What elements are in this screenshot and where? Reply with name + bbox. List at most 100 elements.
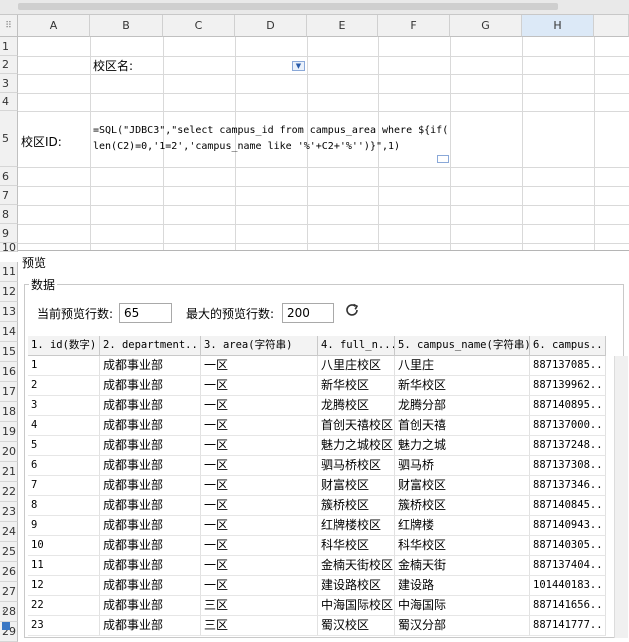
- column-header-d[interactable]: D: [235, 15, 307, 37]
- table-cell[interactable]: 一区: [201, 436, 318, 456]
- row-header-3[interactable]: 3: [0, 74, 18, 93]
- table-cell[interactable]: 887140943...: [530, 516, 606, 536]
- table-cell[interactable]: 成都事业部: [100, 516, 201, 536]
- row-header-1[interactable]: 1: [0, 37, 18, 56]
- table-cell[interactable]: 八里庄: [395, 356, 530, 376]
- row-header-7[interactable]: 7: [0, 186, 18, 205]
- table-cell[interactable]: 成都事业部: [100, 536, 201, 556]
- table-cell[interactable]: 887140895...: [530, 396, 606, 416]
- table-cell[interactable]: 一区: [201, 496, 318, 516]
- table-cell[interactable]: 魅力之城: [395, 436, 530, 456]
- table-cell[interactable]: 红牌楼: [395, 516, 530, 536]
- row-header-22[interactable]: 22: [0, 482, 18, 502]
- column-header-h[interactable]: H: [522, 15, 594, 37]
- row-header-23[interactable]: 23: [0, 502, 18, 522]
- table-cell[interactable]: 八里庄校区: [318, 356, 395, 376]
- scrollbar-thumb[interactable]: [18, 3, 558, 10]
- table-cell[interactable]: 龙腾校区: [318, 396, 395, 416]
- table-cell[interactable]: 成都事业部: [100, 616, 201, 636]
- table-cell[interactable]: 23: [28, 616, 100, 636]
- table-cell[interactable]: 红牌楼校区: [318, 516, 395, 536]
- row-header-20[interactable]: 20: [0, 442, 18, 462]
- table-header-2[interactable]: 2. department...: [100, 336, 201, 356]
- table-cell[interactable]: 成都事业部: [100, 496, 201, 516]
- table-cell[interactable]: 11: [28, 556, 100, 576]
- table-cell[interactable]: 成都事业部: [100, 576, 201, 596]
- table-cell[interactable]: 首创天禧校区: [318, 416, 395, 436]
- table-cell[interactable]: 887141777...: [530, 616, 606, 636]
- table-cell[interactable]: 2: [28, 376, 100, 396]
- table-cell[interactable]: 887141656...: [530, 596, 606, 616]
- table-cell[interactable]: 一区: [201, 576, 318, 596]
- formula-line-2[interactable]: len(C2)=0,'1=2','campus_name like '%'+C2…: [93, 139, 400, 155]
- table-cell[interactable]: 7: [28, 476, 100, 496]
- table-cell[interactable]: 三区: [201, 616, 318, 636]
- table-cell[interactable]: 成都事业部: [100, 596, 201, 616]
- table-cell[interactable]: 簇桥校区: [318, 496, 395, 516]
- refresh-icon[interactable]: [344, 302, 360, 322]
- table-cell[interactable]: 22: [28, 596, 100, 616]
- table-header-1[interactable]: 1. id(数字): [28, 336, 100, 356]
- table-cell[interactable]: 新华校区: [318, 376, 395, 396]
- table-cell[interactable]: 一区: [201, 456, 318, 476]
- table-cell[interactable]: 金楠天街: [395, 556, 530, 576]
- row-header-15[interactable]: 15: [0, 342, 18, 362]
- current-rows-input[interactable]: 65: [119, 303, 172, 323]
- table-cell[interactable]: 驷马桥: [395, 456, 530, 476]
- table-cell[interactable]: 成都事业部: [100, 356, 201, 376]
- table-cell[interactable]: 蜀汉校区: [318, 616, 395, 636]
- table-cell[interactable]: 一区: [201, 376, 318, 396]
- table-vertical-scrollbar[interactable]: [614, 356, 628, 638]
- table-cell[interactable]: 887137404...: [530, 556, 606, 576]
- max-rows-input[interactable]: 200: [282, 303, 334, 323]
- table-cell[interactable]: 新华校区: [395, 376, 530, 396]
- table-cell[interactable]: 887140845...: [530, 496, 606, 516]
- scroll-left-arrow-icon[interactable]: ‹: [2, 606, 6, 617]
- row-header-27[interactable]: 27: [0, 582, 18, 602]
- table-cell[interactable]: 12: [28, 576, 100, 596]
- table-cell[interactable]: 887137000...: [530, 416, 606, 436]
- table-cell[interactable]: 一区: [201, 396, 318, 416]
- row-header-16[interactable]: 16: [0, 362, 18, 382]
- horizontal-scrollbar-top[interactable]: [0, 0, 629, 15]
- table-cell[interactable]: 魅力之城校区: [318, 436, 395, 456]
- table-cell[interactable]: 一区: [201, 536, 318, 556]
- row-header-12[interactable]: 12: [0, 282, 18, 302]
- table-cell[interactable]: 6: [28, 456, 100, 476]
- cell-c2-combobox[interactable]: ▼: [163, 56, 307, 74]
- table-cell[interactable]: 簇桥校区: [395, 496, 530, 516]
- table-cell[interactable]: 中海国际校区: [318, 596, 395, 616]
- table-cell[interactable]: 三区: [201, 596, 318, 616]
- column-header-e[interactable]: E: [307, 15, 378, 37]
- formula-line-1[interactable]: =SQL("JDBC3","select campus_id from camp…: [93, 123, 448, 139]
- table-cell[interactable]: 驷马桥校区: [318, 456, 395, 476]
- table-cell[interactable]: 成都事业部: [100, 456, 201, 476]
- row-header-4[interactable]: 4: [0, 93, 18, 111]
- row-header-6[interactable]: 6: [0, 167, 18, 186]
- table-cell[interactable]: 一区: [201, 356, 318, 376]
- table-cell[interactable]: 887140305...: [530, 536, 606, 556]
- table-cell[interactable]: 蜀汉分部: [395, 616, 530, 636]
- dropdown-arrow-icon[interactable]: ▼: [292, 61, 305, 71]
- row-header-24[interactable]: 24: [0, 522, 18, 542]
- table-cell[interactable]: 成都事业部: [100, 416, 201, 436]
- column-header-g[interactable]: G: [450, 15, 522, 37]
- row-header-11[interactable]: 11: [0, 262, 18, 282]
- table-cell[interactable]: 龙腾分部: [395, 396, 530, 416]
- column-header-a[interactable]: A: [18, 15, 90, 37]
- table-cell[interactable]: 887139962...: [530, 376, 606, 396]
- table-cell[interactable]: 建设路: [395, 576, 530, 596]
- table-cell[interactable]: 887137346...: [530, 476, 606, 496]
- column-header-c[interactable]: C: [163, 15, 235, 37]
- table-cell[interactable]: 科华校区: [395, 536, 530, 556]
- row-header-8[interactable]: 8: [0, 205, 18, 224]
- table-cell[interactable]: 887137248...: [530, 436, 606, 456]
- table-cell[interactable]: 中海国际: [395, 596, 530, 616]
- column-header-f[interactable]: F: [378, 15, 450, 37]
- table-cell[interactable]: 887137308...: [530, 456, 606, 476]
- table-cell[interactable]: 建设路校区: [318, 576, 395, 596]
- table-cell[interactable]: 887137085...: [530, 356, 606, 376]
- row-header-19[interactable]: 19: [0, 422, 18, 442]
- table-cell[interactable]: 财富校区: [395, 476, 530, 496]
- table-cell[interactable]: 1: [28, 356, 100, 376]
